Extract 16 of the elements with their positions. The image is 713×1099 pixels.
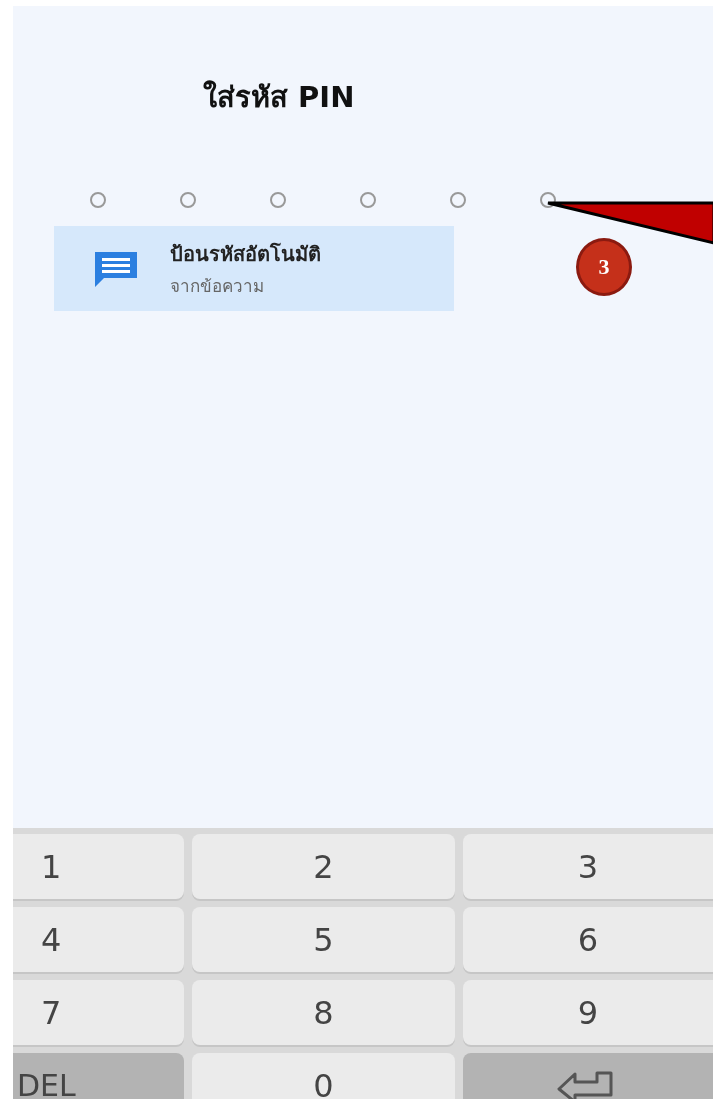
digit-key[interactable]: 5 [192, 907, 455, 972]
digit-key[interactable]: 6 [463, 907, 713, 972]
screen-title: ใส่รหัส PIN [202, 79, 356, 116]
delete-key[interactable]: DEL [13, 1053, 184, 1099]
digit-key[interactable]: 2 [192, 834, 455, 899]
digit-key[interactable]: 1 [13, 834, 184, 899]
enter-key[interactable] [463, 1053, 713, 1099]
digit-key[interactable]: 8 [192, 980, 455, 1045]
digit-key[interactable]: 3 [463, 834, 713, 899]
digit-key[interactable]: 0 [192, 1053, 455, 1099]
autofill-title: ป้อนรหัสอัตโนมัติ [170, 241, 321, 268]
digit-key[interactable]: 9 [463, 980, 713, 1045]
digit-key[interactable]: 4 [13, 907, 184, 972]
autofill-subtitle: จากข้อความ [170, 275, 265, 298]
digit-key[interactable]: 7 [13, 980, 184, 1045]
autofill-suggestion[interactable]: ป้อนรหัสอัตโนมัติ จากข้อความ [54, 226, 454, 311]
